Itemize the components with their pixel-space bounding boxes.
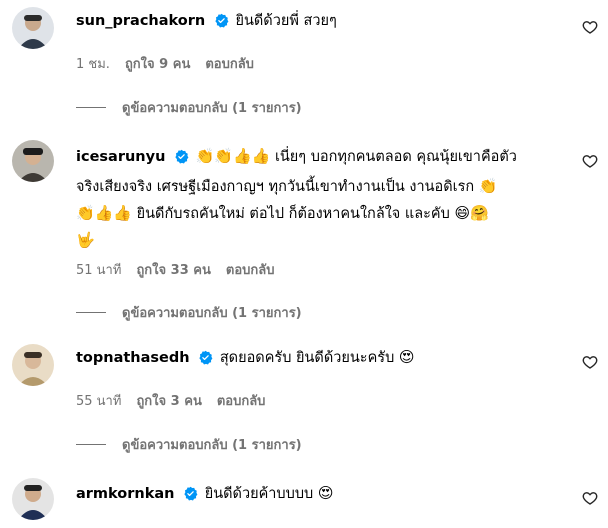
comment-username[interactable]: armkornkan [76,486,174,502]
heart-outline-icon[interactable] [582,354,598,370]
divider [76,444,106,445]
comment-text-line-2: จริงเสียงจริง เศรษฐีเมืองกาญฯ ทุกวันนี้เ… [76,179,475,195]
comment-username[interactable]: topnathasedh [76,350,190,366]
view-replies-button[interactable]: ดูข้อความตอบกลับ (1 รายการ) [76,302,302,323]
comment-text: ยินดีด้วยค้าบบบบ [204,486,314,502]
emoji: 😍 [317,484,334,502]
verified-badge-icon [198,348,213,374]
comment-username[interactable]: sun_prachakorn [76,13,205,29]
emoji: 😄🤗 [454,204,489,222]
comment-text-line-3: ยินดีกับรถคันใหม่ ต่อไป ก็ต้องหาคนใกล้ใจ… [136,206,450,222]
view-replies-button[interactable]: ดูข้อความตอบกลับ (1 รายการ) [76,97,302,118]
likes-count[interactable]: ถูกใจ 33 คน [136,259,210,280]
comment-username[interactable]: icesarunyu [76,149,165,165]
reply-button[interactable]: ตอบกลับ [226,259,275,280]
avatar[interactable] [12,7,54,49]
reply-button[interactable]: ตอบกลับ [205,53,254,74]
reply-button[interactable]: ตอบกลับ [217,390,266,411]
view-replies-label: ดูข้อความตอบกลับ (1 รายการ) [122,306,302,321]
emoji: 🤟 [76,231,95,249]
verified-badge-icon [183,484,198,510]
comment-time: 1 ชม. [76,57,110,72]
divider [76,312,106,313]
emoji: 😍 [398,348,415,366]
heart-outline-icon[interactable] [582,153,598,169]
emoji: 👏👍👍 [76,204,133,222]
likes-count[interactable]: ถูกใจ 3 คน [136,390,201,411]
avatar[interactable] [12,478,54,520]
comment-text: สุดยอดครับ ยินดีด้วยนะครับ [219,350,395,366]
comment-text-line-1: เนี่ยๆ บอกทุกคนตลอด คุณนุ้ยเขาคือตัว [274,149,517,165]
comment-time: 55 นาที [76,394,122,409]
view-replies-label: ดูข้อความตอบกลับ (1 รายการ) [122,438,302,453]
verified-badge-icon [214,11,229,37]
emoji-prefix: 👏👏👍👍 [195,147,271,165]
view-replies-label: ดูข้อความตอบกลับ (1 รายการ) [122,101,302,116]
divider [76,107,106,108]
verified-badge-icon [174,147,189,173]
heart-outline-icon[interactable] [582,19,598,35]
comment-text: ยินดีด้วยพี่ สวยๆ [235,13,337,29]
comment-time: 51 นาที [76,263,122,278]
likes-count[interactable]: ถูกใจ 9 คน [125,53,190,74]
heart-outline-icon[interactable] [582,490,598,506]
avatar[interactable] [12,344,54,386]
emoji: 👏 [478,177,498,195]
view-replies-button[interactable]: ดูข้อความตอบกลับ (1 รายการ) [76,434,302,455]
avatar[interactable] [12,140,54,182]
